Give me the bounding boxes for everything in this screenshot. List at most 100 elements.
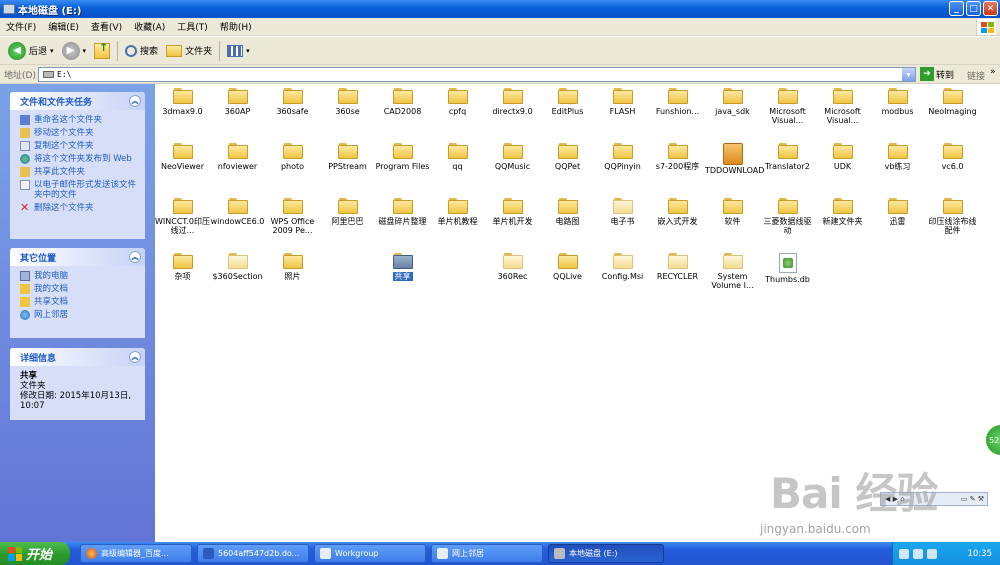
folder-item[interactable]: 单片机开发 — [485, 198, 540, 226]
folder-item[interactable]: 360safe — [265, 88, 320, 116]
folders-button[interactable]: 文件夹 — [162, 40, 216, 62]
folder-item[interactable]: 印压线涂布线配件 — [925, 198, 980, 235]
start-button[interactable]: 开始 — [0, 542, 70, 565]
details-header[interactable]: 详细信息 ︽ — [10, 348, 145, 366]
taskbar-button-network[interactable]: 网上邻居 — [431, 544, 543, 563]
folder-item[interactable]: 3dmax9.0 — [155, 88, 210, 116]
task-publish-web[interactable]: 将这个文件夹发布到 Web — [20, 154, 139, 164]
task-email[interactable]: 以电子邮件形式发送该文件夹中的文件 — [20, 180, 139, 200]
task-copy[interactable]: 复制这个文件夹 — [20, 141, 139, 151]
folder-item[interactable]: 三菱数据线驱动 — [760, 198, 815, 235]
menu-file[interactable]: 文件(F) — [0, 20, 42, 33]
folder-item[interactable]: 共享 — [375, 253, 430, 281]
folder-item[interactable]: System Volume I... — [705, 253, 760, 290]
place-my-computer[interactable]: 我的电脑 — [20, 271, 139, 281]
menu-view[interactable]: 查看(V) — [85, 20, 128, 33]
taskbar-button-editor[interactable]: 高级编辑器_百度... — [80, 544, 192, 563]
minimize-button[interactable]: _ — [949, 1, 964, 16]
file-tasks-header[interactable]: 文件和文件夹任务 ︽ — [10, 92, 145, 110]
folder-item[interactable]: 嵌入式开发 — [650, 198, 705, 226]
folder-item[interactable]: Translator2 — [760, 143, 815, 171]
folder-item[interactable]: 照片 — [265, 253, 320, 281]
collapse-icon[interactable]: ︽ — [129, 251, 141, 263]
menu-favorites[interactable]: 收藏(A) — [128, 20, 171, 33]
back-button[interactable]: ◀ 后退 ▾ — [4, 40, 58, 62]
collapse-icon[interactable]: ︽ — [129, 95, 141, 107]
tray-shield-icon[interactable] — [899, 548, 909, 559]
folder-item[interactable]: 360Rec — [485, 253, 540, 281]
task-share[interactable]: 共享此文件夹 — [20, 167, 139, 177]
place-network[interactable]: 网上邻居 — [20, 310, 139, 320]
folder-item[interactable]: photo — [265, 143, 320, 171]
views-button[interactable]: ▾ — [223, 40, 254, 62]
folder-item[interactable]: directx9.0 — [485, 88, 540, 116]
folder-item[interactable]: QQLive — [540, 253, 595, 281]
maximize-button[interactable]: □ — [966, 1, 981, 16]
taskbar-button-workgroup[interactable]: Workgroup — [314, 544, 426, 563]
folder-item[interactable]: Config.Msi — [595, 253, 650, 281]
folder-item[interactable]: PPStream — [320, 143, 375, 171]
folder-item[interactable]: QQMusic — [485, 143, 540, 171]
folder-item[interactable]: WPS Office 2009 Pe... — [265, 198, 320, 235]
go-button[interactable]: ➔ 转到 — [920, 67, 954, 81]
folder-item[interactable]: 单片机教程 — [430, 198, 485, 226]
folder-item[interactable]: s7-200程序 — [650, 143, 705, 171]
folder-item[interactable]: CAD2008 — [375, 88, 430, 116]
folder-item[interactable]: 阿里巴巴 — [320, 198, 375, 226]
folder-item[interactable]: nfoviewer — [210, 143, 265, 171]
folder-item[interactable]: UDK — [815, 143, 870, 171]
task-rename[interactable]: 重命名这个文件夹 — [20, 115, 139, 125]
tray-network-icon[interactable] — [913, 548, 923, 559]
folder-item[interactable]: java_sdk — [705, 88, 760, 116]
taskbar-button-doc[interactable]: 5604aff547d2b.do... — [197, 544, 309, 563]
folder-item[interactable]: RECYCLER — [650, 253, 705, 281]
folder-item[interactable]: 软件 — [705, 198, 760, 226]
folder-item[interactable]: Microsoft Visual... — [815, 88, 870, 125]
tray-volume-icon[interactable] — [927, 548, 937, 559]
chevron-right-icon[interactable]: » — [990, 67, 996, 77]
folder-item[interactable]: 磁盘碎片整理 — [375, 198, 430, 226]
address-input[interactable]: E:\ ▼ — [38, 67, 916, 82]
folder-item[interactable]: NeoImaging — [925, 88, 980, 116]
taskbar-button-local-disk[interactable]: 本地磁盘 (E:) — [548, 544, 664, 563]
folder-item[interactable]: EditPlus — [540, 88, 595, 116]
menu-edit[interactable]: 编辑(E) — [42, 20, 85, 33]
place-my-documents[interactable]: 我的文档 — [20, 284, 139, 294]
folder-item[interactable]: cpfq — [430, 88, 485, 116]
folder-item[interactable]: QQPinyin — [595, 143, 650, 171]
folder-item[interactable]: FLASH — [595, 88, 650, 116]
file-item[interactable]: Thumbs.db — [760, 253, 815, 284]
address-dropdown-icon[interactable]: ▼ — [902, 68, 915, 81]
links-label[interactable]: 链接 — [967, 69, 985, 82]
menu-help[interactable]: 帮助(H) — [214, 20, 258, 33]
folder-item[interactable]: 迅雷 — [870, 198, 925, 226]
folder-item[interactable]: 杂项 — [155, 253, 210, 281]
collapse-icon[interactable]: ︽ — [129, 351, 141, 363]
folder-item[interactable]: 360AP — [210, 88, 265, 116]
task-delete[interactable]: ✕ 删除这个文件夹 — [20, 202, 139, 213]
other-places-header[interactable]: 其它位置 ︽ — [10, 248, 145, 266]
search-button[interactable]: 搜索 — [121, 40, 162, 62]
task-move[interactable]: 移动这个文件夹 — [20, 128, 139, 138]
menu-tools[interactable]: 工具(T) — [171, 20, 214, 33]
folder-item[interactable]: 新建文件夹 — [815, 198, 870, 226]
folder-item[interactable]: $360Section — [210, 253, 265, 281]
folder-item[interactable]: Funshion... — [650, 88, 705, 116]
folder-item[interactable]: 电子书 — [595, 198, 650, 226]
forward-button[interactable]: ▶ ▾ — [58, 40, 91, 62]
close-button[interactable]: ✕ — [983, 1, 998, 16]
folder-item[interactable]: windowCE6.0 — [210, 198, 265, 226]
folder-item[interactable]: NeoViewer — [155, 143, 210, 171]
folder-item[interactable]: vb练习 — [870, 143, 925, 171]
folder-item[interactable]: Microsoft Visual... — [760, 88, 815, 125]
folder-item[interactable]: Program Files — [375, 143, 430, 171]
place-shared-documents[interactable]: 共享文档 — [20, 297, 139, 307]
folder-item[interactable]: vc6.0 — [925, 143, 980, 171]
folder-item[interactable]: TDDOWNLOAD — [705, 143, 764, 175]
up-button[interactable]: ↑ — [90, 40, 114, 62]
clock[interactable]: 10:35 — [968, 549, 1000, 559]
folder-item[interactable]: 电路图 — [540, 198, 595, 226]
folder-item[interactable]: 360se — [320, 88, 375, 116]
folder-item[interactable]: modbus — [870, 88, 925, 116]
folder-item[interactable]: qq — [430, 143, 485, 171]
